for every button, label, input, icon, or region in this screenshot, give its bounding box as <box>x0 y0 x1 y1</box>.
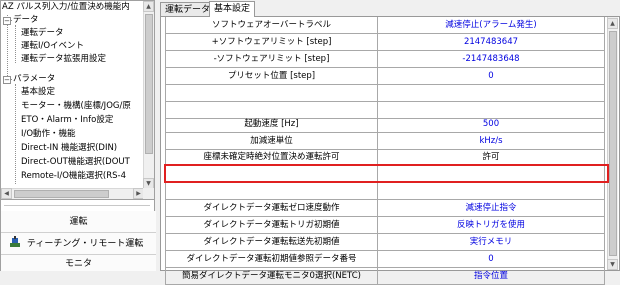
parameter-name: -ソフトウェアリミット [step] <box>165 51 378 67</box>
operation-label: 運転 <box>69 217 88 227</box>
parameter-value[interactable]: -2147483648 <box>378 51 605 67</box>
tree-node-label: ETO・Alarm・Info設定 <box>21 115 114 125</box>
tree-node-label: モーター・機構(座標/JOG/原 <box>21 101 131 111</box>
parameter-name: プリセット位置 [step] <box>165 68 378 84</box>
tab-basic-settings[interactable]: 基本設定 <box>209 1 256 17</box>
tab-operation-data[interactable]: 運転データ <box>160 2 216 17</box>
parameter-value[interactable]: 反映トリガを使用 <box>378 217 605 233</box>
table-row[interactable] <box>165 85 605 102</box>
tree-line <box>15 84 16 184</box>
left-panel: AZ パルス列入力/位置決め機能内 − データ 運転データ 運転I/Oイベント … <box>0 0 156 271</box>
scroll-thumb[interactable] <box>609 31 617 256</box>
teaching-remote-button[interactable]: ティーチング・リモート運転 <box>1 233 156 255</box>
parameter-value[interactable]: 減速停止指令 <box>378 200 605 216</box>
parameter-tree: AZ パルス列入力/位置決め機能内 − データ 運転データ 運転I/Oイベント … <box>0 0 155 200</box>
parameter-value[interactable]: 減速停止(アラーム発生) <box>378 17 605 33</box>
collapse-icon[interactable]: − <box>3 76 11 84</box>
table-row[interactable]: プリセット位置 [step] 0 <box>165 68 605 85</box>
tree-horizontal-scrollbar[interactable]: ◀ ▶ <box>1 188 144 199</box>
table-row[interactable]: 加減速単位 kHz/s <box>165 133 605 150</box>
highlight-box <box>164 164 609 183</box>
parameter-name: ダイレクトデータ運転初期値参照データ番号 <box>165 251 378 267</box>
parameter-name: 簡易ダイレクトデータ運転モニタ0選択(NETC) <box>165 268 378 284</box>
parameter-name <box>165 183 378 199</box>
tab-label: 基本設定 <box>214 4 251 14</box>
tree-node-label: データ <box>13 15 39 25</box>
parameter-value[interactable]: 0 <box>378 68 605 84</box>
table-row[interactable]: ダイレクトデータ運転初期値参照データ番号 0 <box>165 251 605 268</box>
navigation-panel: 運転 ティーチング・リモート運転 モニタ <box>0 200 156 271</box>
tree-viewport: AZ パルス列入力/位置決め機能内 − データ 運転データ 運転I/Oイベント … <box>1 1 144 189</box>
parameter-value[interactable] <box>378 85 605 101</box>
table-row[interactable]: ソフトウェアオーバートラベル 減速停止(アラーム発生) <box>165 17 605 34</box>
parameter-name: 座標未確定時絶対位置決め運転許可 <box>165 149 378 165</box>
parameter-value[interactable]: 2147483647 <box>378 34 605 50</box>
table-row[interactable]: +ソフトウェアリミット [step] 2147483647 <box>165 34 605 51</box>
right-panel: 運転データ 基本設定 ソフトウェアオーバートラベル 減速停止(アラーム発生) +ソフ… <box>160 0 620 285</box>
table-row[interactable]: 起動速度 [Hz] 500 <box>165 116 605 133</box>
tree-node-label: I/O動作・機能 <box>21 129 76 139</box>
parameter-value[interactable]: 500 <box>378 116 605 132</box>
scroll-thumb[interactable] <box>145 14 153 154</box>
parameter-value[interactable]: kHz/s <box>378 133 605 149</box>
scroll-up-icon[interactable]: ▲ <box>607 18 618 29</box>
monitor-label: モニタ <box>64 259 92 269</box>
scroll-thumb[interactable] <box>14 190 109 198</box>
scroll-up-icon[interactable]: ▲ <box>143 1 154 12</box>
tree-node-label: 運転データ拡張用設定 <box>21 54 107 64</box>
parameter-value[interactable]: 指令位置 <box>378 268 605 284</box>
tab-label: 運転データ <box>165 5 211 15</box>
parameter-value[interactable]: 許可 <box>378 149 605 165</box>
scroll-down-icon[interactable]: ▼ <box>607 259 618 270</box>
operation-button[interactable]: 運転 <box>1 211 156 233</box>
monitor-button[interactable]: モニタ <box>1 255 156 271</box>
parameter-value[interactable] <box>378 183 605 199</box>
parameter-name: ダイレクトデータ運転転送先初期値 <box>165 234 378 250</box>
parameter-name: ソフトウェアオーバートラベル <box>165 17 378 33</box>
tree-node-label: Direct-OUT機能選択(DOUT <box>21 157 130 167</box>
tree-node-label: Remote-I/O機能選択(RS-4 <box>21 171 127 181</box>
tree-node-root[interactable]: AZ パルス列入力/位置決め機能内 <box>1 1 144 14</box>
table-row[interactable]: ダイレクトデータ運転転送先初期値 実行メモリ <box>165 234 605 251</box>
table-row[interactable]: -ソフトウェアリミット [step] -2147483648 <box>165 51 605 68</box>
tree-vertical-scrollbar[interactable]: ▲ ▼ <box>143 1 154 189</box>
tree-node-label: パラメータ <box>13 74 56 84</box>
tree-node-label: Direct-IN 機能選択(DIN) <box>21 143 118 153</box>
teaching-icon <box>9 235 21 247</box>
parameter-value[interactable]: 0 <box>378 251 605 267</box>
parameter-name: ダイレクトデータ運転トリガ初期値 <box>165 217 378 233</box>
grid-vertical-scrollbar[interactable]: ▲ ▼ <box>607 17 618 270</box>
splitter[interactable] <box>4 205 150 206</box>
table-row[interactable]: ダイレクトデータ運転トリガ初期値 反映トリガを使用 <box>165 217 605 234</box>
table-row[interactable]: ダイレクトデータ運転ゼロ速度動作 減速停止指令 <box>165 200 605 217</box>
parameter-value[interactable]: 実行メモリ <box>378 234 605 250</box>
parameter-name: +ソフトウェアリミット [step] <box>165 34 378 50</box>
tree-node-label: 運転データ <box>21 28 64 38</box>
parameter-name: ダイレクトデータ運転ゼロ速度動作 <box>165 200 378 216</box>
scroll-left-icon[interactable]: ◀ <box>1 188 12 199</box>
tree-node-label: AZ パルス列入力/位置決め機能内 <box>2 2 130 12</box>
parameter-name: 起動速度 [Hz] <box>165 116 378 132</box>
parameter-grid: ソフトウェアオーバートラベル 減速停止(アラーム発生) +ソフトウェアリミット [s… <box>160 16 620 285</box>
parameter-name <box>165 85 378 101</box>
parameter-name: 加減速単位 <box>165 133 378 149</box>
table-row[interactable] <box>165 183 605 200</box>
tree-line <box>15 25 16 63</box>
tree-node-label: 基本設定 <box>21 87 56 97</box>
teaching-remote-label: ティーチング・リモート運転 <box>26 239 144 249</box>
scrollbar-corner <box>143 188 154 199</box>
collapse-icon[interactable]: − <box>3 17 11 25</box>
tree-node-label: 運転I/Oイベント <box>21 41 85 51</box>
